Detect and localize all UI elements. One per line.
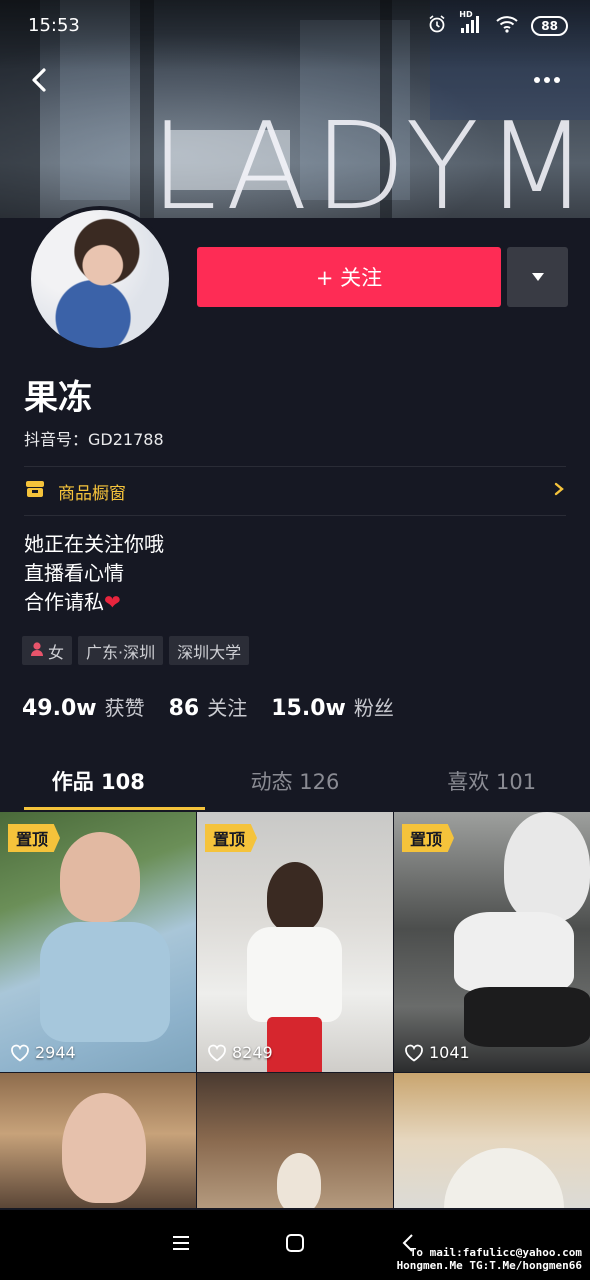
pinned-badge: 置顶 <box>402 824 455 852</box>
video-thumbnail-figure <box>277 1153 321 1208</box>
alarm-icon <box>427 14 447 38</box>
school-tag: 深圳大学 <box>169 636 250 665</box>
tab-activity[interactable]: 动态 126 <box>197 752 394 810</box>
video-tile[interactable] <box>394 1073 590 1208</box>
stat-followers-label: 粉丝 <box>353 696 394 720</box>
video-tile[interactable]: 置顶 8249 <box>197 812 393 1072</box>
bio: 她正在关注你哦 直播看心情 合作请私❤ <box>24 530 164 617</box>
profile-page: LADYM 15:53 HD 88 + 关注 果冻 抖音号：GD21788 商品… <box>0 0 590 1280</box>
video-likes-count: 2944 <box>35 1043 76 1062</box>
female-person-icon <box>30 641 44 661</box>
status-icons: HD 88 <box>427 10 568 38</box>
stat-following-label: 关注 <box>207 696 248 720</box>
video-likes: 2944 <box>10 1043 76 1062</box>
follow-button[interactable]: + 关注 <box>197 247 501 307</box>
pinned-badge: 置顶 <box>8 824 61 852</box>
more-button[interactable] <box>532 70 562 90</box>
stat-followers-value: 15.0w <box>271 696 346 721</box>
status-time: 15:53 <box>28 15 80 36</box>
stat-likes-label: 获赞 <box>104 696 145 720</box>
video-tile[interactable] <box>197 1073 393 1208</box>
heart-emoji-icon: ❤ <box>104 590 121 614</box>
video-thumbnail-figure <box>267 1017 322 1072</box>
video-grid: 置顶 2944 置顶 8249 置顶 1041 <box>0 812 590 1208</box>
douyin-id[interactable]: 抖音号：GD21788 <box>24 426 164 450</box>
video-tile[interactable] <box>0 1073 196 1208</box>
follow-button-label: + 关注 <box>315 266 383 290</box>
bio-line: 直播看心情 <box>24 561 124 585</box>
video-thumbnail-figure <box>454 912 574 992</box>
bio-line: 合作请私❤ <box>24 588 164 617</box>
watermark-line: Hongmen.Me TG:T.Me/hongmen66 <box>396 1259 582 1272</box>
video-tile[interactable]: 置顶 1041 <box>394 812 590 1072</box>
shop-window-label: 商品橱窗 <box>58 483 126 504</box>
watermark: To mail:fafulicc@yahoo.com Hongmen.Me TG… <box>397 1246 582 1272</box>
caret-down-icon <box>531 273 544 281</box>
profile-stats: 49.0w 获赞 86 关注 15.0w 粉丝 <box>22 692 418 721</box>
battery-indicator: 88 <box>531 16 568 36</box>
wifi-icon <box>495 14 519 38</box>
gender-tag-label: 女 <box>48 642 65 662</box>
heart-outline-icon <box>11 1044 29 1062</box>
stat-followers[interactable]: 15.0w 粉丝 <box>271 692 394 721</box>
location-tag: 广东·深圳 <box>78 636 164 665</box>
divider <box>24 515 566 516</box>
bio-line-text: 合作请私 <box>24 590 104 614</box>
video-likes-count: 8249 <box>232 1043 273 1062</box>
cover-brand-text: LADYM <box>150 98 590 219</box>
heart-outline-icon <box>405 1044 423 1062</box>
video-thumbnail-figure <box>444 1148 564 1208</box>
stat-likes-value: 49.0w <box>22 696 97 721</box>
video-thumbnail-figure <box>267 862 323 932</box>
video-tile[interactable]: 置顶 2944 <box>0 812 196 1072</box>
status-bar: 15:53 HD 88 <box>0 0 590 50</box>
chevron-left-icon <box>32 68 46 92</box>
stat-likes: 49.0w 获赞 <box>22 692 145 721</box>
recommend-dropdown-button[interactable] <box>507 247 568 307</box>
signal-icon: HD <box>459 10 483 38</box>
divider <box>24 466 566 467</box>
video-thumbnail-figure <box>504 812 590 922</box>
school-tag-label: 深圳大学 <box>177 642 242 662</box>
video-thumbnail-figure <box>60 832 140 922</box>
menu-icon[interactable] <box>170 1233 192 1257</box>
tab-likes[interactable]: 喜欢 101 <box>393 752 590 810</box>
network-type-label: HD <box>459 10 473 19</box>
video-likes: 8249 <box>207 1043 273 1062</box>
stat-following-value: 86 <box>168 696 200 721</box>
video-thumbnail-figure <box>62 1093 146 1203</box>
home-square-icon[interactable] <box>284 1232 306 1258</box>
location-tag-label: 广东·深圳 <box>86 642 156 662</box>
shop-icon <box>24 479 46 503</box>
content-tabs: 作品 108 动态 126 喜欢 101 <box>0 752 590 810</box>
profile-tags: 女 广东·深圳 深圳大学 <box>22 636 250 665</box>
tab-works[interactable]: 作品 108 <box>0 752 205 810</box>
more-dots-icon <box>534 77 560 83</box>
watermark-line: To mail:fafulicc@yahoo.com <box>409 1246 582 1259</box>
heart-outline-icon <box>208 1044 226 1062</box>
profile-name: 果冻 <box>24 378 92 418</box>
back-button[interactable] <box>22 62 58 98</box>
avatar[interactable] <box>27 206 173 352</box>
shop-window-row[interactable]: 商品橱窗 <box>24 468 566 514</box>
chevron-right-icon <box>552 481 566 501</box>
video-thumbnail-figure <box>40 922 170 1042</box>
video-likes-count: 1041 <box>429 1043 470 1062</box>
stat-following[interactable]: 86 关注 <box>169 692 248 721</box>
video-thumbnail-figure <box>247 927 342 1022</box>
video-thumbnail-figure <box>464 987 590 1047</box>
bio-line: 她正在关注你哦 <box>24 532 164 556</box>
gender-tag: 女 <box>22 636 73 665</box>
video-likes: 1041 <box>404 1043 470 1062</box>
pinned-badge: 置顶 <box>205 824 258 852</box>
